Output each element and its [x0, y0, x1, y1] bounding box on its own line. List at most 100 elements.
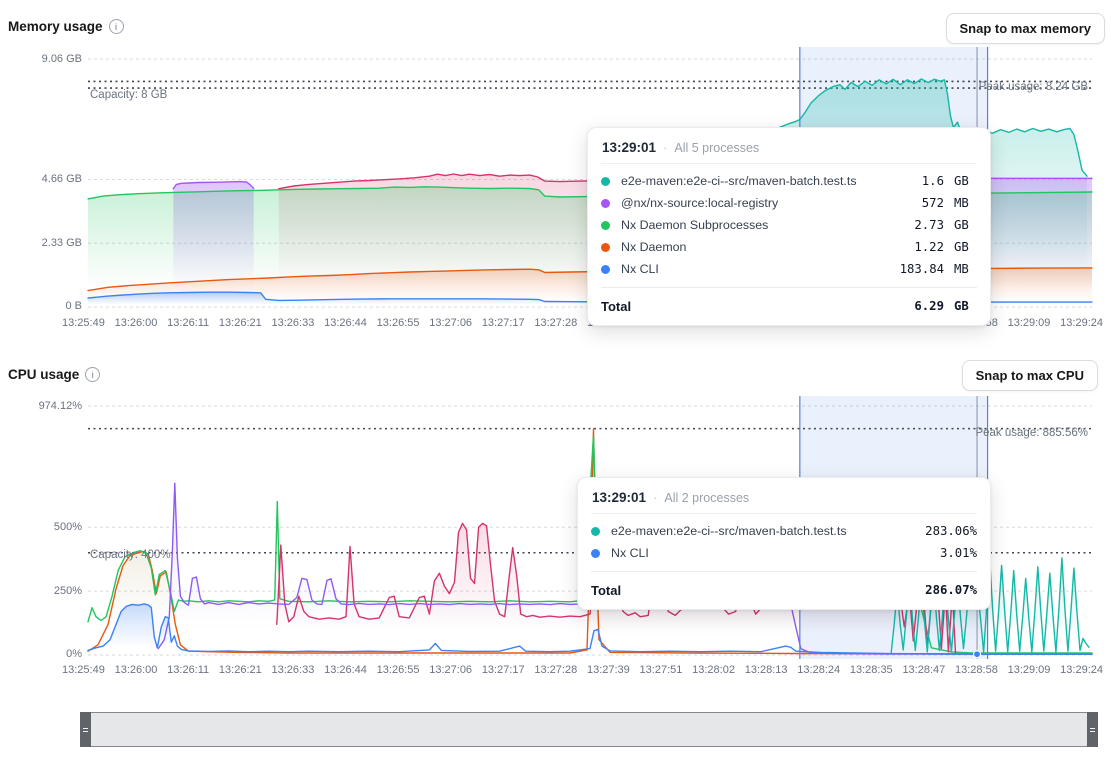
- process-row: @nx/nx-source:local-registry 572 MB: [601, 192, 977, 214]
- cpu-x-axis-labels: 13:25:4913:26:0013:26:1113:26:2113:26:33…: [62, 664, 1103, 676]
- process-value: 283.06%: [925, 524, 977, 538]
- process-unit: GB: [950, 174, 977, 188]
- cpu-y-tick: 974.12%: [0, 400, 82, 412]
- cpu-section-title: CPU usage: [8, 367, 100, 382]
- cpu-y-tick: 0%: [0, 648, 82, 660]
- tooltip-header: 13:29:01 · All 2 processes: [591, 488, 977, 514]
- tooltip-time: 13:29:01: [592, 490, 646, 505]
- tooltip-subtitle: All 5 processes: [674, 141, 759, 155]
- x-tick-label: 13:26:44: [324, 317, 367, 329]
- memory-y-tick: 2.33 GB: [0, 237, 82, 249]
- process-row: Nx CLI 183.84 MB: [601, 258, 977, 280]
- process-name: Nx Daemon Subprocesses: [621, 218, 908, 232]
- process-name: e2e-maven:e2e-ci--src/maven-batch.test.t…: [611, 524, 919, 538]
- process-value: 1.22: [914, 240, 944, 254]
- info-icon[interactable]: [109, 19, 124, 34]
- process-name: e2e-maven:e2e-ci--src/maven-batch.test.t…: [621, 174, 916, 188]
- series-color-dot: [591, 549, 600, 558]
- total-label: Total: [591, 583, 919, 598]
- x-tick-label: 13:28:47: [902, 664, 945, 676]
- memory-y-tick: 0 B: [0, 300, 82, 312]
- tooltip-total-row: Total 6.29 GB: [601, 287, 977, 316]
- tooltip-subtitle: All 2 processes: [664, 491, 749, 505]
- tooltip-rows: e2e-maven:e2e-ci--src/maven-batch.test.t…: [601, 164, 977, 287]
- memory-title-label: Memory usage: [8, 19, 103, 34]
- cpu-title-label: CPU usage: [8, 367, 79, 382]
- process-row: e2e-maven:e2e-ci--src/maven-batch.test.t…: [601, 170, 977, 192]
- process-unit: GB: [950, 240, 977, 254]
- process-name: Nx Daemon: [621, 240, 908, 254]
- series-color-dot: [601, 199, 610, 208]
- memory-section-title: Memory usage: [8, 19, 124, 34]
- x-tick-label: 13:26:21: [219, 664, 262, 676]
- process-unit: GB: [950, 218, 977, 232]
- x-tick-label: 13:26:33: [272, 664, 315, 676]
- process-value: 572: [922, 196, 944, 210]
- x-tick-label: 13:26:11: [167, 317, 209, 329]
- memory-y-tick: 9.06 GB: [0, 53, 82, 65]
- memory-peak-label: Peak usage: 8.24 GB: [979, 81, 1088, 93]
- process-value: 3.01%: [940, 546, 977, 560]
- process-row: Nx Daemon Subprocesses 2.73 GB: [601, 214, 977, 236]
- total-unit: GB: [950, 299, 977, 313]
- x-tick-label: 13:26:55: [377, 664, 420, 676]
- x-tick-label: 13:29:09: [1008, 317, 1051, 329]
- x-tick-label: 13:26:33: [272, 317, 315, 329]
- time-range-brush[interactable]: [80, 712, 1098, 747]
- total-value: 286.07%: [925, 583, 977, 597]
- process-unit: MB: [950, 196, 977, 210]
- total-value: 6.29: [914, 299, 944, 313]
- cpu-y-tick: 250%: [0, 585, 82, 597]
- x-tick-label: 13:29:24: [1060, 664, 1103, 676]
- x-tick-label: 13:29:09: [1008, 664, 1051, 676]
- memory-capacity-label: Capacity: 8 GB: [90, 89, 167, 101]
- process-unit: MB: [950, 262, 977, 276]
- memory-y-tick: 4.66 GB: [0, 173, 82, 185]
- x-tick-label: 13:26:55: [377, 317, 420, 329]
- series-color-dot: [591, 527, 600, 536]
- cpu-tooltip: 13:29:01 · All 2 processes e2e-maven:e2e…: [577, 477, 991, 610]
- process-value: 2.73: [914, 218, 944, 232]
- x-tick-label: 13:25:49: [62, 317, 105, 329]
- x-tick-label: 13:27:28: [534, 664, 577, 676]
- x-tick-label: 13:28:24: [797, 664, 840, 676]
- total-label: Total: [601, 299, 908, 314]
- x-tick-label: 13:25:49: [62, 664, 105, 676]
- x-tick-label: 13:27:28: [534, 317, 577, 329]
- tooltip-header: 13:29:01 · All 5 processes: [601, 138, 977, 164]
- x-tick-label: 13:28:13: [745, 664, 788, 676]
- x-tick-label: 13:26:00: [115, 317, 158, 329]
- process-value: 1.6: [922, 174, 944, 188]
- process-name: Nx CLI: [621, 262, 894, 276]
- x-tick-label: 13:27:51: [640, 664, 683, 676]
- x-tick-label: 13:26:00: [115, 664, 158, 676]
- info-icon[interactable]: [85, 367, 100, 382]
- separator-dot: ·: [663, 140, 667, 155]
- cpu-capacity-label: Capacity: 400%: [90, 549, 171, 561]
- x-tick-label: 13:28:02: [692, 664, 735, 676]
- process-name: Nx CLI: [611, 546, 934, 560]
- cpu-peak-label: Peak usage: 885.56%: [975, 427, 1088, 439]
- memory-tooltip: 13:29:01 · All 5 processes e2e-maven:e2e…: [587, 127, 991, 326]
- separator-dot: ·: [653, 490, 657, 505]
- cpu-y-tick: 500%: [0, 521, 82, 533]
- x-tick-label: 13:27:06: [429, 317, 472, 329]
- series-color-dot: [601, 177, 610, 186]
- tooltip-time: 13:29:01: [602, 140, 656, 155]
- series-color-dot: [601, 221, 610, 230]
- series-color-dot: [601, 243, 610, 252]
- x-tick-label: 13:27:17: [482, 317, 525, 329]
- tooltip-total-row: Total 286.07%: [591, 571, 977, 600]
- process-name: @nx/nx-source:local-registry: [621, 196, 916, 210]
- process-row: e2e-maven:e2e-ci--src/maven-batch.test.t…: [591, 520, 977, 542]
- x-tick-label: 13:27:39: [587, 664, 630, 676]
- brush-handle-right[interactable]: [1087, 712, 1098, 747]
- snap-to-max-cpu-button[interactable]: Snap to max CPU: [962, 360, 1098, 391]
- x-tick-label: 13:26:44: [324, 664, 367, 676]
- tooltip-rows: e2e-maven:e2e-ci--src/maven-batch.test.t…: [591, 514, 977, 571]
- snap-to-max-memory-button[interactable]: Snap to max memory: [946, 13, 1106, 44]
- profiler-page: Memory usage Snap to max memory 9.06 GB …: [0, 0, 1118, 761]
- brush-handle-left[interactable]: [80, 712, 91, 747]
- x-tick-label: 13:29:24: [1060, 317, 1103, 329]
- x-tick-label: 13:26:21: [219, 317, 262, 329]
